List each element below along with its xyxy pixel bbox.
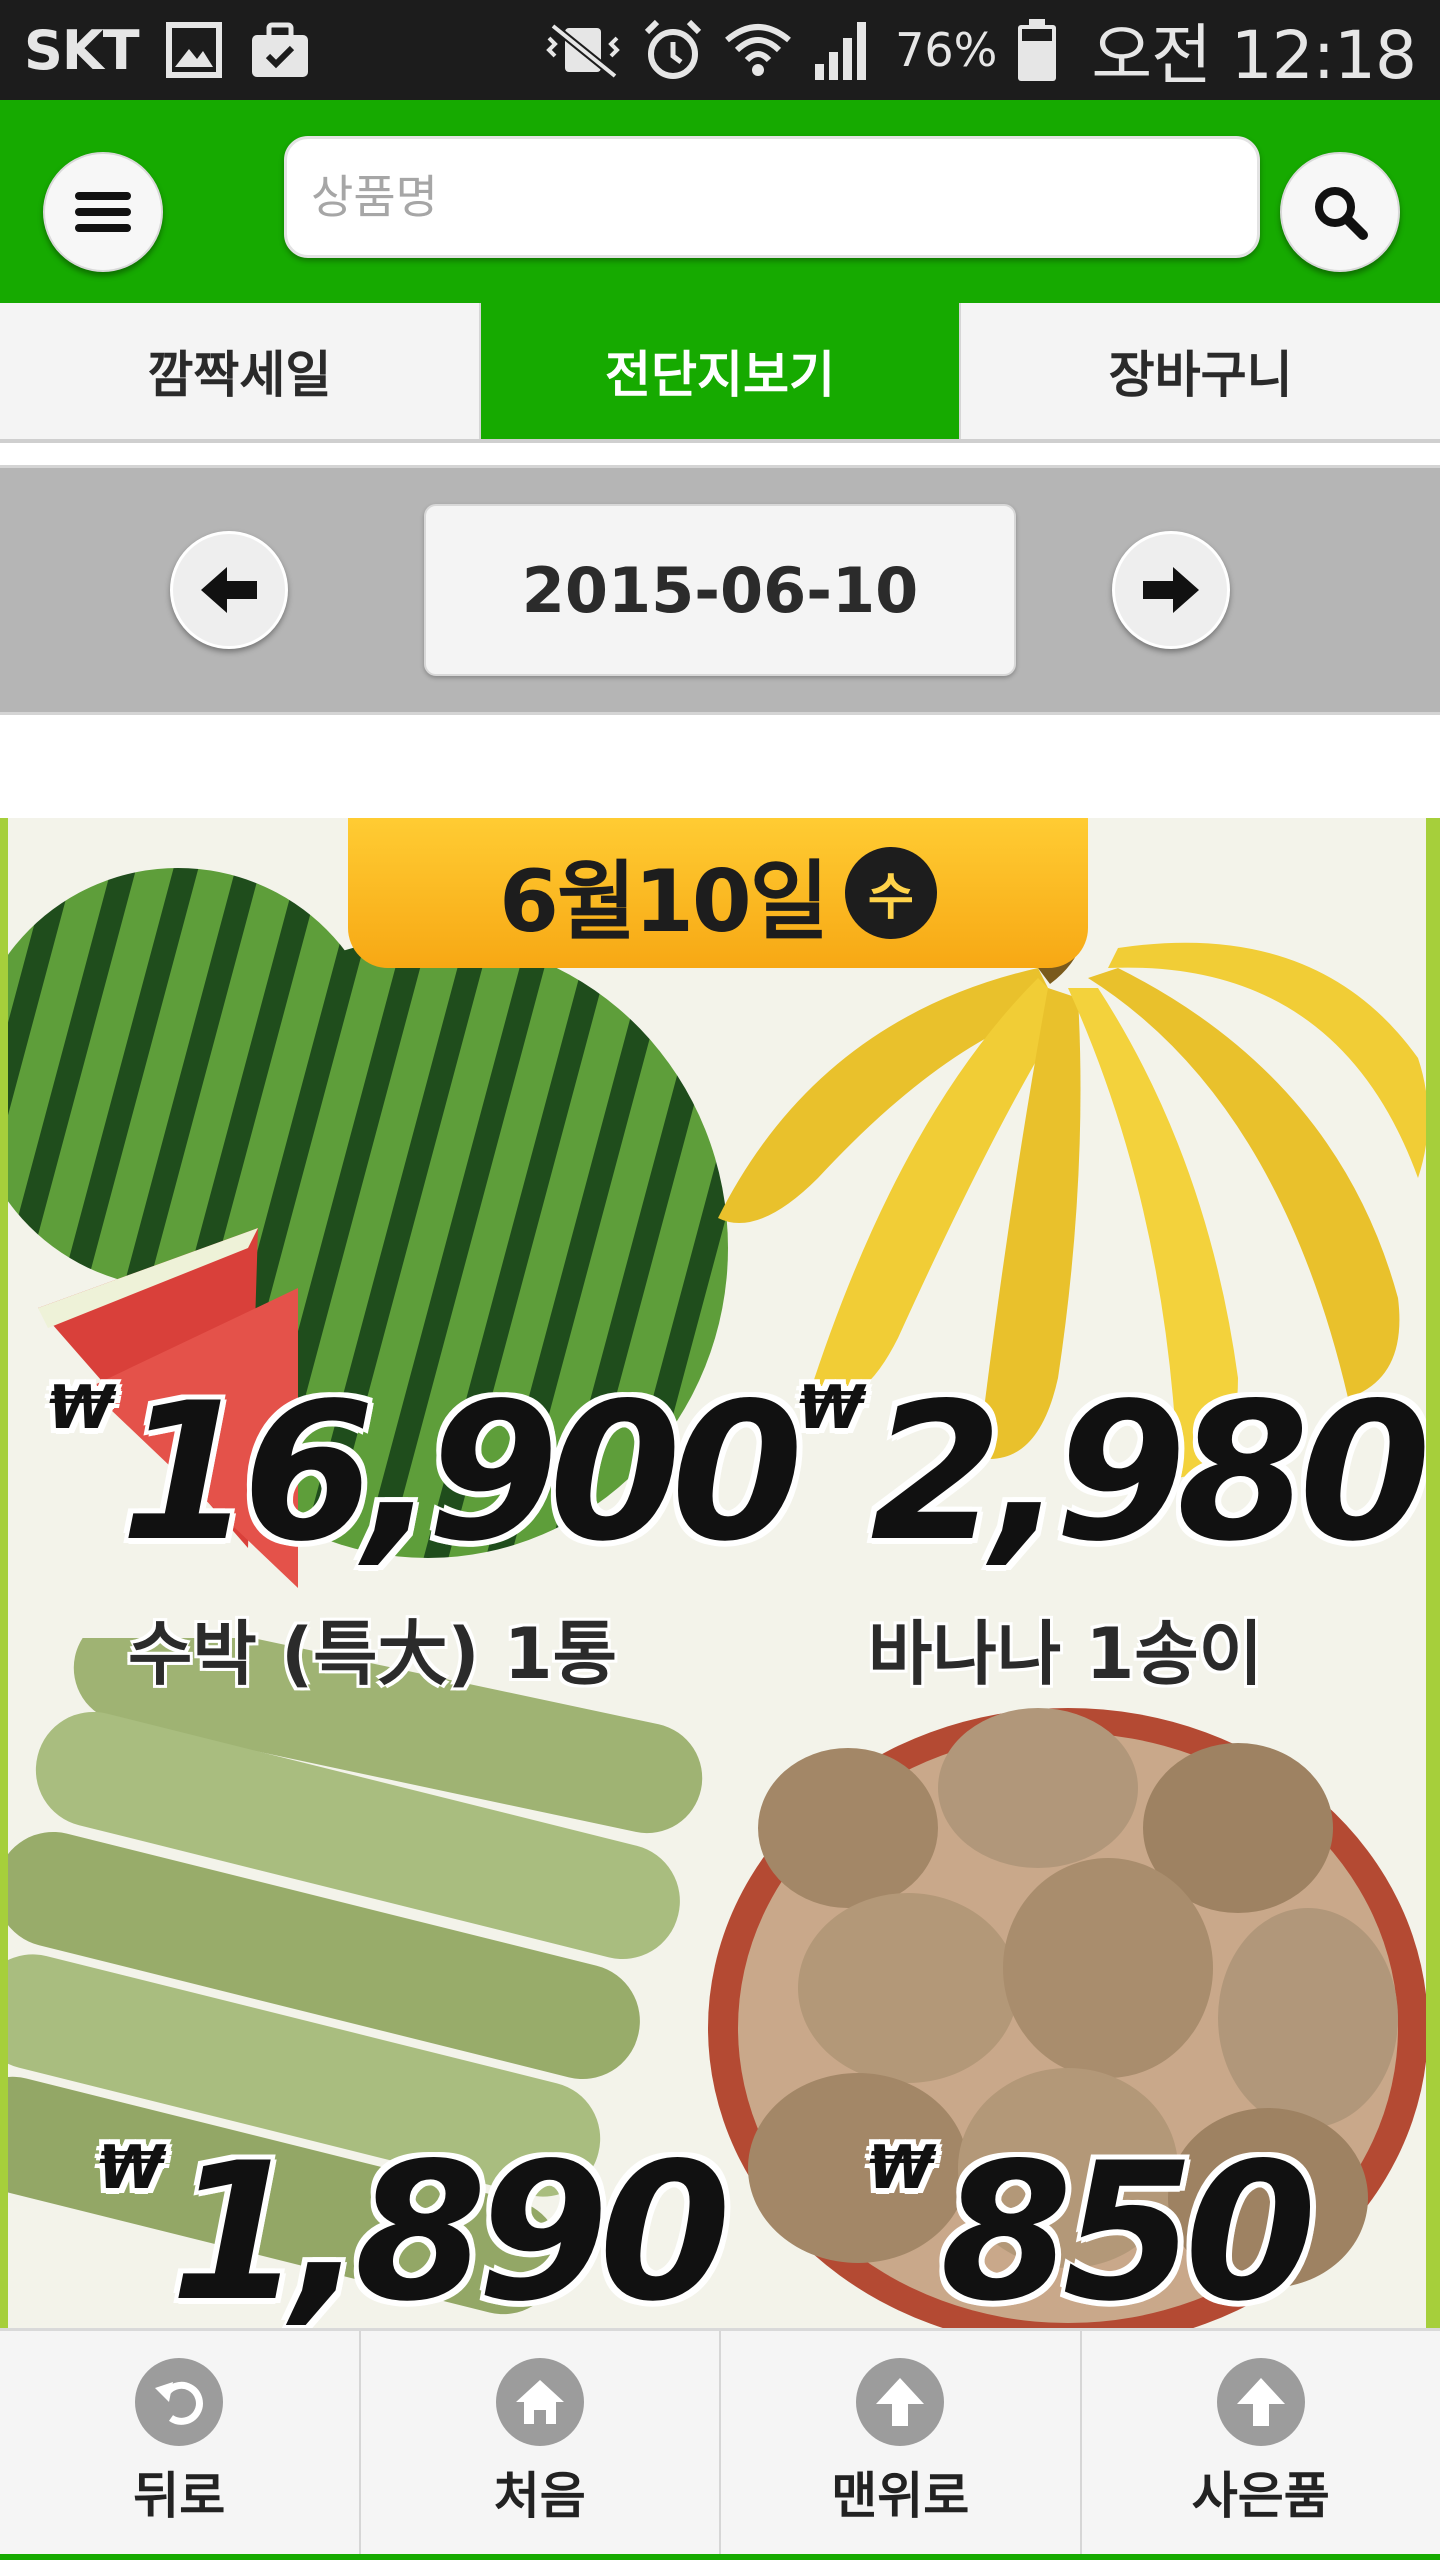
home-icon [495, 2357, 584, 2446]
wifi-icon [723, 18, 793, 82]
arrow-left-icon [201, 567, 257, 613]
label-watermelon: 수박 (특大) 1통 [128, 1613, 618, 1695]
search-button[interactable] [1280, 152, 1400, 272]
flyer-date-banner: 6월10일 수 [348, 818, 1088, 968]
briefcase-icon [249, 21, 311, 79]
price-value: 850 [940, 2122, 1317, 2328]
hamburger-menu-icon [75, 192, 131, 232]
price-banana: ₩2,980 [798, 1378, 1426, 1568]
back-icon [135, 2357, 224, 2446]
tab-flash-sale[interactable]: 깜짝세일 [0, 303, 481, 439]
back-button[interactable]: 뒤로 [0, 2331, 361, 2554]
battery-percent: 76% [895, 23, 998, 77]
current-date[interactable]: 2015-06-10 [424, 504, 1016, 676]
currency-symbol: ₩ [48, 1373, 115, 1443]
clock: 오전 12:18 [1091, 17, 1417, 94]
magnifier-icon [1315, 187, 1368, 240]
price-zucchini: ₩1,890 [98, 2138, 731, 2328]
gifts-label: 사은품 [1191, 2466, 1330, 2525]
tab-flyer[interactable]: 전단지보기 [480, 303, 962, 439]
carrier-name: SKT [24, 18, 140, 82]
status-bar: SKT 76% 오전 12:18 [0, 0, 1440, 100]
flyer-image[interactable]: 6월10일 수 ₩16,900 수박 (특大) 1통 ₩2,980 바나나 1송… [0, 818, 1440, 2328]
search-input[interactable] [284, 136, 1260, 258]
next-date-button[interactable] [1112, 531, 1230, 649]
app-header [0, 100, 1440, 303]
alarm-icon [641, 18, 705, 82]
banner-day: 수 [844, 847, 937, 939]
arrow-up-icon [1216, 2357, 1305, 2446]
price-value: 16,900 [120, 1362, 803, 1583]
signal-icon [811, 18, 877, 82]
home-label: 처음 [493, 2466, 586, 2525]
currency-symbol: ₩ [798, 1373, 865, 1443]
scroll-top-button[interactable]: 맨위로 [721, 2331, 1082, 2554]
price-value: 2,980 [870, 1362, 1426, 1583]
tab-cart[interactable]: 장바구니 [961, 303, 1440, 439]
battery-icon [1015, 17, 1059, 83]
currency-symbol: ₩ [868, 2133, 935, 2203]
tab-bar: 깜짝세일 전단지보기 장바구니 [0, 303, 1440, 443]
label-banana: 바나나 1송이 [868, 1613, 1264, 1695]
status-left: SKT [24, 14, 311, 86]
price-watermelon: ₩16,900 [48, 1378, 803, 1568]
back-label: 뒤로 [133, 2466, 226, 2525]
price-value: 1,890 [170, 2122, 731, 2328]
banner-date: 6월10일 [499, 851, 829, 952]
arrow-up-icon [856, 2357, 945, 2446]
gifts-button[interactable]: 사은품 [1082, 2331, 1440, 2554]
status-right: 76% 오전 12:18 [543, 14, 1417, 94]
arrow-right-icon [1143, 567, 1199, 613]
vibrate-mute-icon [543, 20, 623, 80]
prev-date-button[interactable] [170, 531, 288, 649]
scroll-top-label: 맨위로 [831, 2466, 970, 2525]
bottom-nav: 뒤로 처음 맨위로 사은품 [0, 2328, 1440, 2560]
price-taro: ₩850 [868, 2138, 1317, 2328]
date-navigator: 2015-06-10 [0, 465, 1440, 715]
currency-symbol: ₩ [98, 2133, 165, 2203]
home-button[interactable]: 처음 [361, 2331, 721, 2554]
gallery-icon [165, 21, 223, 79]
menu-button[interactable] [43, 152, 163, 272]
